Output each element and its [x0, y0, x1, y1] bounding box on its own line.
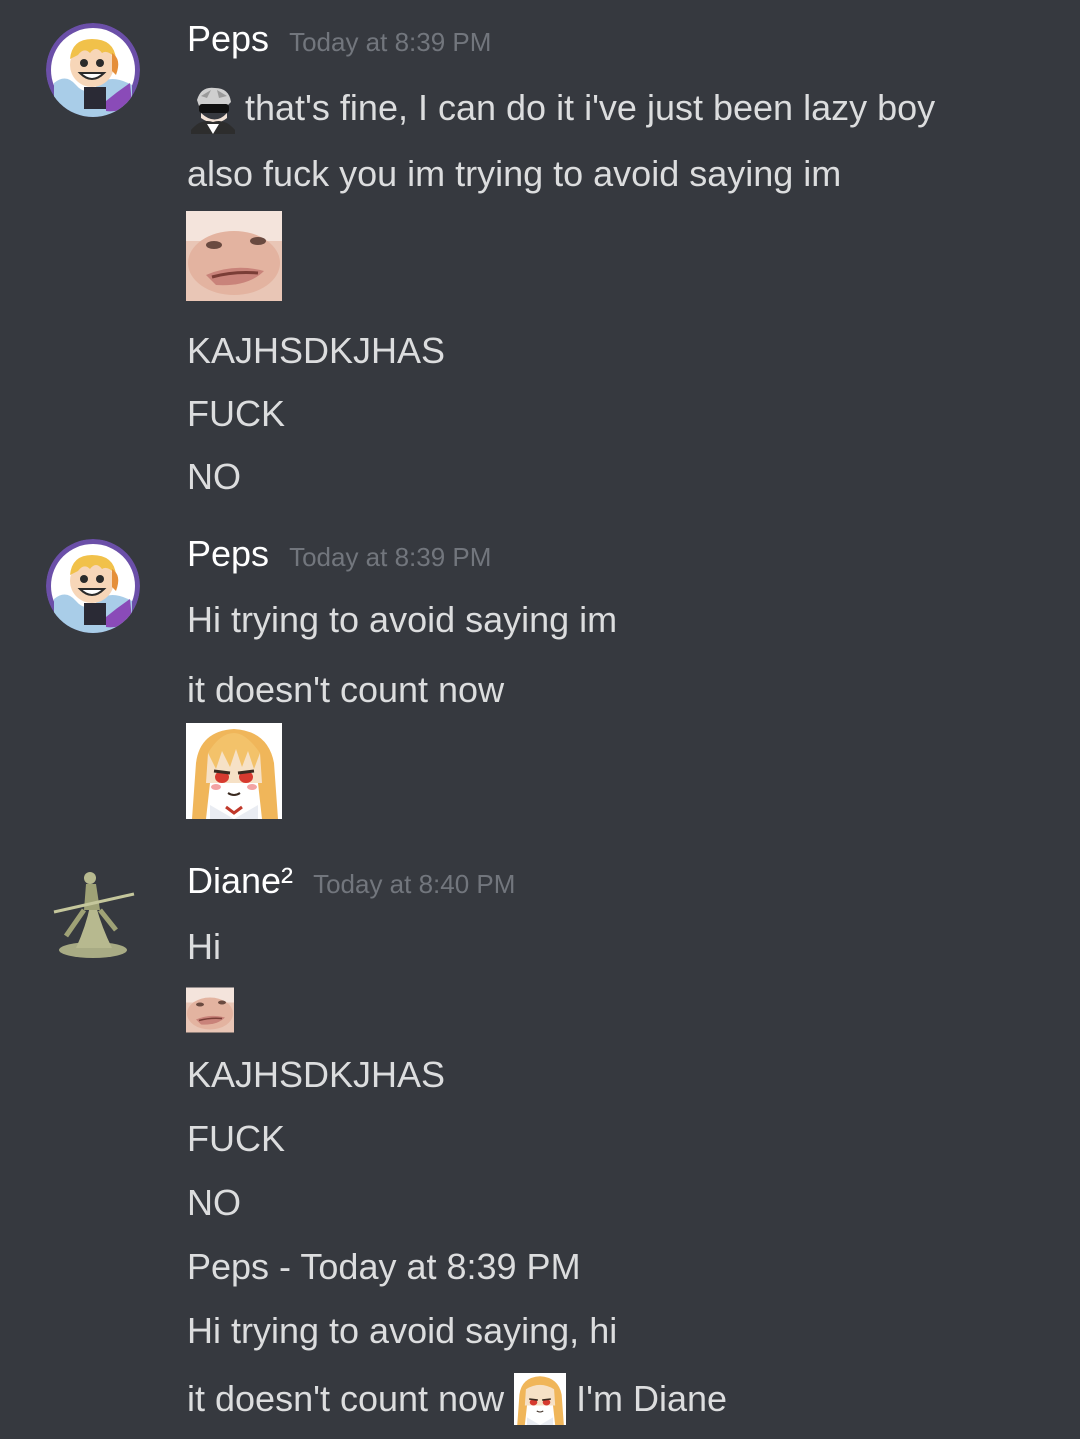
message-header: Diane² Today at 8:40 PM: [187, 860, 515, 902]
message-text: Hi trying to avoid saying im: [187, 599, 618, 640]
message-line: FUCK: [187, 392, 285, 436]
message-text: NO: [187, 1182, 241, 1223]
message-text: Hi: [187, 926, 221, 967]
sunglasses-character-emoji-icon[interactable]: [187, 82, 239, 134]
message-text: Peps - Today at 8:39 PM: [187, 1246, 581, 1287]
message-header: Peps Today at 8:39 PM: [187, 533, 491, 575]
message-line: also fuck you im trying to avoid saying …: [187, 152, 841, 196]
message-line: Hi trying to avoid saying im: [187, 598, 617, 642]
message-line: NO: [187, 455, 241, 499]
anime-girl-smug-emoji-icon[interactable]: [514, 1373, 567, 1425]
cat-face-emoji-icon[interactable]: [186, 211, 282, 301]
username[interactable]: Peps: [187, 18, 269, 60]
timestamp[interactable]: Today at 8:39 PM: [289, 27, 491, 58]
message-line: Hi trying to avoid saying, hi: [187, 1309, 617, 1353]
message-line: NO: [187, 1181, 241, 1225]
avatar-diane-image: [46, 866, 140, 960]
message-text: FUCK: [187, 393, 285, 434]
message-text: KAJHSDKJHAS: [187, 1054, 446, 1095]
anime-girl-smug-emoji-icon[interactable]: [186, 723, 282, 819]
message-line: Hi: [187, 925, 221, 969]
message-line: it doesn't count now I'm Diane: [187, 1373, 727, 1425]
timestamp[interactable]: Today at 8:40 PM: [313, 869, 515, 900]
avatar-peps-image: [46, 23, 140, 117]
username[interactable]: Diane²: [187, 860, 293, 902]
message-line: KAJHSDKJHAS: [187, 329, 445, 373]
message-text: that's fine, I can do it i've just been …: [245, 87, 936, 128]
message-text: also fuck you im trying to avoid saying …: [187, 153, 842, 194]
cat-face-emoji-icon[interactable]: [186, 987, 234, 1033]
username[interactable]: Peps: [187, 533, 269, 575]
message-text: I'm Diane: [576, 1378, 728, 1419]
message-line: FUCK: [187, 1117, 285, 1161]
timestamp[interactable]: Today at 8:39 PM: [289, 542, 491, 573]
avatar-diane[interactable]: [46, 866, 140, 960]
message-line: KAJHSDKJHAS: [187, 1053, 445, 1097]
message-header: Peps Today at 8:39 PM: [187, 18, 491, 60]
message-text: it doesn't count now: [187, 1378, 505, 1419]
avatar-peps[interactable]: [46, 23, 140, 117]
message-line: Peps - Today at 8:39 PM: [187, 1245, 581, 1289]
message-text: Hi trying to avoid saying, hi: [187, 1310, 618, 1351]
message-line: it doesn't count now: [187, 668, 504, 712]
message-text: KAJHSDKJHAS: [187, 330, 446, 371]
message-text: NO: [187, 456, 241, 497]
message-line: that's fine, I can do it i've just been …: [187, 82, 935, 134]
avatar-peps-image: [46, 539, 140, 633]
avatar-peps[interactable]: [46, 539, 140, 633]
message-text: it doesn't count now: [187, 669, 505, 710]
message-text: FUCK: [187, 1118, 285, 1159]
